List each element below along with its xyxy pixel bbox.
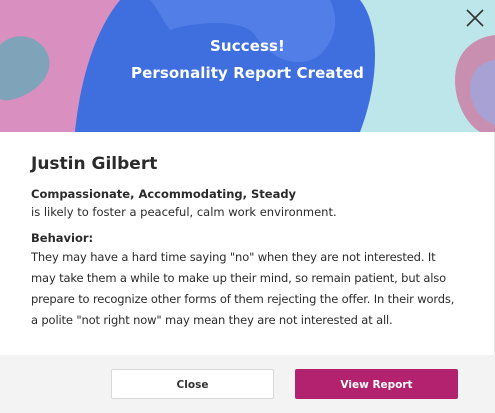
report-content: Justin Gilbert Compassionate, Accommodat…	[31, 152, 476, 331]
close-button[interactable]: Close	[111, 369, 274, 399]
close-icon[interactable]	[463, 6, 487, 30]
personality-traits: Compassionate, Accommodating, Steady	[31, 187, 297, 201]
behavior-line: They may have a hard time saying "no" wh…	[31, 250, 436, 264]
behavior-line: a polite "not right now" may mean they a…	[31, 313, 393, 327]
modal-footer: Close View Report	[0, 355, 495, 413]
traits-description: is likely to foster a peaceful, calm wor…	[31, 205, 337, 219]
behavior-description: They may have a hard time saying "no" wh…	[31, 247, 471, 331]
behavior-line: prepare to recognize other forms of them…	[31, 292, 455, 306]
behavior-label: Behavior:	[31, 231, 94, 245]
report-created-modal: Success! Personality Report Created Just…	[0, 0, 495, 413]
person-name: Justin Gilbert	[31, 154, 158, 174]
view-report-button[interactable]: View Report	[295, 369, 458, 399]
success-banner: Success! Personality Report Created	[0, 0, 495, 132]
banner-title-report-created: Personality Report Created	[131, 64, 364, 82]
behavior-line: may take them a while to make up their m…	[31, 271, 446, 285]
banner-title-success: Success!	[210, 37, 285, 55]
